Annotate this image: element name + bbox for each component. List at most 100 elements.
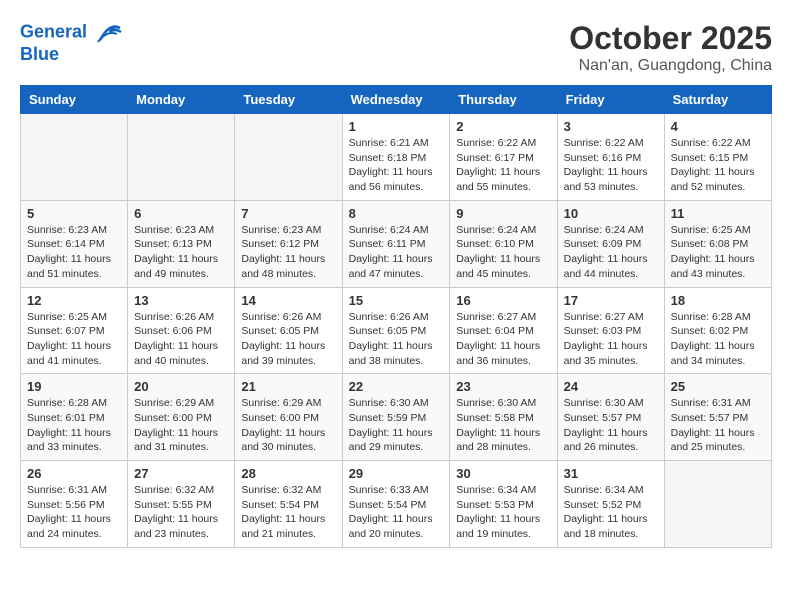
day-number: 20 (134, 379, 228, 394)
day-number: 26 (27, 466, 121, 481)
calendar-table: SundayMondayTuesdayWednesdayThursdayFrid… (20, 85, 772, 548)
day-info: Sunrise: 6:27 AM Sunset: 6:04 PM Dayligh… (456, 310, 550, 369)
day-info: Sunrise: 6:34 AM Sunset: 5:52 PM Dayligh… (564, 483, 658, 542)
day-info: Sunrise: 6:23 AM Sunset: 6:12 PM Dayligh… (241, 223, 335, 282)
calendar-cell: 1 Sunrise: 6:21 AM Sunset: 6:18 PM Daylig… (342, 114, 450, 201)
day-info: Sunrise: 6:24 AM Sunset: 6:11 PM Dayligh… (349, 223, 444, 282)
calendar-cell: 17 Sunrise: 6:27 AM Sunset: 6:03 PM Dayli… (557, 287, 664, 374)
day-number: 7 (241, 206, 335, 221)
day-info: Sunrise: 6:32 AM Sunset: 5:55 PM Dayligh… (134, 483, 228, 542)
calendar-cell: 15 Sunrise: 6:26 AM Sunset: 6:05 PM Dayli… (342, 287, 450, 374)
calendar-cell: 11 Sunrise: 6:25 AM Sunset: 6:08 PM Dayli… (664, 200, 771, 287)
day-info: Sunrise: 6:31 AM Sunset: 5:57 PM Dayligh… (671, 396, 765, 455)
day-info: Sunrise: 6:22 AM Sunset: 6:15 PM Dayligh… (671, 136, 765, 195)
day-number: 22 (349, 379, 444, 394)
day-info: Sunrise: 6:26 AM Sunset: 6:05 PM Dayligh… (241, 310, 335, 369)
day-info: Sunrise: 6:28 AM Sunset: 6:01 PM Dayligh… (27, 396, 121, 455)
day-number: 11 (671, 206, 765, 221)
calendar-cell: 16 Sunrise: 6:27 AM Sunset: 6:04 PM Dayli… (450, 287, 557, 374)
day-info: Sunrise: 6:25 AM Sunset: 6:07 PM Dayligh… (27, 310, 121, 369)
day-number: 13 (134, 293, 228, 308)
calendar-cell: 6 Sunrise: 6:23 AM Sunset: 6:13 PM Daylig… (128, 200, 235, 287)
day-info: Sunrise: 6:29 AM Sunset: 6:00 PM Dayligh… (134, 396, 228, 455)
day-number: 29 (349, 466, 444, 481)
calendar-cell: 7 Sunrise: 6:23 AM Sunset: 6:12 PM Daylig… (235, 200, 342, 287)
day-number: 17 (564, 293, 658, 308)
calendar-cell: 28Sunrise: 6:32 AM Sunset: 5:54 PM Dayli… (235, 461, 342, 548)
day-number: 10 (564, 206, 658, 221)
day-info: Sunrise: 6:24 AM Sunset: 6:09 PM Dayligh… (564, 223, 658, 282)
day-info: Sunrise: 6:23 AM Sunset: 6:14 PM Dayligh… (27, 223, 121, 282)
calendar-week-row: 5 Sunrise: 6:23 AM Sunset: 6:14 PM Daylig… (21, 200, 772, 287)
calendar-week-row: 1 Sunrise: 6:21 AM Sunset: 6:18 PM Daylig… (21, 114, 772, 201)
calendar-cell (128, 114, 235, 201)
logo-blue: Blue (20, 45, 125, 65)
calendar-week-row: 12 Sunrise: 6:25 AM Sunset: 6:07 PM Dayli… (21, 287, 772, 374)
day-info: Sunrise: 6:25 AM Sunset: 6:08 PM Dayligh… (671, 223, 765, 282)
day-number: 24 (564, 379, 658, 394)
calendar-cell (664, 461, 771, 548)
calendar-cell: 29 Sunrise: 6:33 AM Sunset: 5:54 PM Dayli… (342, 461, 450, 548)
day-info: Sunrise: 6:23 AM Sunset: 6:13 PM Dayligh… (134, 223, 228, 282)
day-info: Sunrise: 6:26 AM Sunset: 6:06 PM Dayligh… (134, 310, 228, 369)
calendar-cell: 22Sunrise: 6:30 AM Sunset: 5:59 PM Dayli… (342, 374, 450, 461)
day-number: 18 (671, 293, 765, 308)
day-info: Sunrise: 6:33 AM Sunset: 5:54 PM Dayligh… (349, 483, 444, 542)
day-info: Sunrise: 6:26 AM Sunset: 6:05 PM Dayligh… (349, 310, 444, 369)
day-info: Sunrise: 6:30 AM Sunset: 5:58 PM Dayligh… (456, 396, 550, 455)
day-number: 21 (241, 379, 335, 394)
day-number: 30 (456, 466, 550, 481)
calendar-cell: 8 Sunrise: 6:24 AM Sunset: 6:11 PM Daylig… (342, 200, 450, 287)
calendar-cell: 13 Sunrise: 6:26 AM Sunset: 6:06 PM Dayli… (128, 287, 235, 374)
day-number: 25 (671, 379, 765, 394)
day-number: 27 (134, 466, 228, 481)
calendar-cell: 18Sunrise: 6:28 AM Sunset: 6:02 PM Dayli… (664, 287, 771, 374)
day-number: 3 (564, 119, 658, 134)
calendar-week-row: 19Sunrise: 6:28 AM Sunset: 6:01 PM Dayli… (21, 374, 772, 461)
calendar-cell: 9 Sunrise: 6:24 AM Sunset: 6:10 PM Daylig… (450, 200, 557, 287)
weekday-header: Sunday (21, 86, 128, 114)
day-number: 1 (349, 119, 444, 134)
day-info: Sunrise: 6:34 AM Sunset: 5:53 PM Dayligh… (456, 483, 550, 542)
day-number: 15 (349, 293, 444, 308)
day-info: Sunrise: 6:24 AM Sunset: 6:10 PM Dayligh… (456, 223, 550, 282)
calendar-cell: 24Sunrise: 6:30 AM Sunset: 5:57 PM Dayli… (557, 374, 664, 461)
calendar-week-row: 26Sunrise: 6:31 AM Sunset: 5:56 PM Dayli… (21, 461, 772, 548)
day-info: Sunrise: 6:21 AM Sunset: 6:18 PM Dayligh… (349, 136, 444, 195)
calendar-cell: 3Sunrise: 6:22 AM Sunset: 6:16 PM Daylig… (557, 114, 664, 201)
day-number: 5 (27, 206, 121, 221)
calendar-cell: 12 Sunrise: 6:25 AM Sunset: 6:07 PM Dayli… (21, 287, 128, 374)
calendar-cell: 4 Sunrise: 6:22 AM Sunset: 6:15 PM Daylig… (664, 114, 771, 201)
logo-text: General (20, 20, 125, 45)
calendar-cell: 14 Sunrise: 6:26 AM Sunset: 6:05 PM Dayli… (235, 287, 342, 374)
day-info: Sunrise: 6:27 AM Sunset: 6:03 PM Dayligh… (564, 310, 658, 369)
title-block: October 2025 Nan'an, Guangdong, China (569, 20, 772, 75)
day-number: 14 (241, 293, 335, 308)
calendar-cell: 25 Sunrise: 6:31 AM Sunset: 5:57 PM Dayli… (664, 374, 771, 461)
location-title: Nan'an, Guangdong, China (569, 57, 772, 75)
calendar-cell: 2Sunrise: 6:22 AM Sunset: 6:17 PM Daylig… (450, 114, 557, 201)
day-number: 9 (456, 206, 550, 221)
day-number: 31 (564, 466, 658, 481)
day-number: 16 (456, 293, 550, 308)
logo: General Blue (20, 20, 125, 65)
day-number: 2 (456, 119, 550, 134)
calendar-cell: 23Sunrise: 6:30 AM Sunset: 5:58 PM Dayli… (450, 374, 557, 461)
day-info: Sunrise: 6:29 AM Sunset: 6:00 PM Dayligh… (241, 396, 335, 455)
day-number: 6 (134, 206, 228, 221)
calendar-cell (21, 114, 128, 201)
day-number: 12 (27, 293, 121, 308)
calendar-header-row: SundayMondayTuesdayWednesdayThursdayFrid… (21, 86, 772, 114)
page-header: General Blue October 2025 Nan'an, Guangd… (20, 20, 772, 75)
day-number: 8 (349, 206, 444, 221)
day-number: 4 (671, 119, 765, 134)
calendar-cell: 30 Sunrise: 6:34 AM Sunset: 5:53 PM Dayli… (450, 461, 557, 548)
weekday-header: Thursday (450, 86, 557, 114)
calendar-cell: 31 Sunrise: 6:34 AM Sunset: 5:52 PM Dayli… (557, 461, 664, 548)
weekday-header: Tuesday (235, 86, 342, 114)
weekday-header: Wednesday (342, 86, 450, 114)
calendar-cell: 26Sunrise: 6:31 AM Sunset: 5:56 PM Dayli… (21, 461, 128, 548)
month-title: October 2025 (569, 20, 772, 57)
day-number: 28 (241, 466, 335, 481)
calendar-cell: 27 Sunrise: 6:32 AM Sunset: 5:55 PM Dayli… (128, 461, 235, 548)
